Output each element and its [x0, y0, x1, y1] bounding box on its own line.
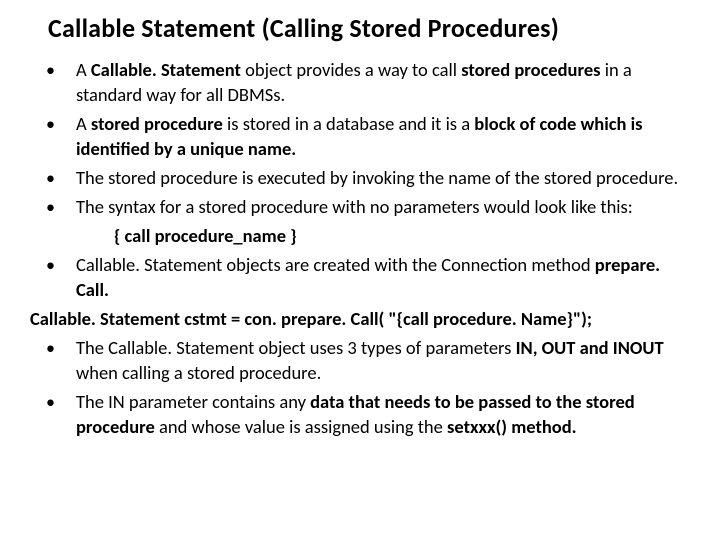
bullet-item: A stored procedure is stored in a databa… — [30, 112, 690, 162]
bullet-item: A Callable. Statement object provides a … — [30, 58, 690, 108]
slide-title: Callable Statement (Calling Stored Proce… — [48, 12, 690, 44]
bullet-item: The stored procedure is executed by invo… — [30, 166, 690, 191]
bullet-item: The IN parameter contains any data that … — [30, 390, 690, 440]
bullet-item: The Callable. Statement object uses 3 ty… — [30, 336, 690, 386]
bullet-item: Callable. Statement objects are created … — [30, 253, 690, 303]
slide-body: A Callable. Statement object provides a … — [30, 58, 690, 440]
slide: Callable Statement (Calling Stored Proce… — [0, 0, 720, 440]
code-line: Callable. Statement cstmt = con. prepare… — [30, 307, 690, 332]
code-line: { call procedure_name } — [30, 224, 690, 249]
bullet-item: The syntax for a stored procedure with n… — [30, 195, 690, 220]
